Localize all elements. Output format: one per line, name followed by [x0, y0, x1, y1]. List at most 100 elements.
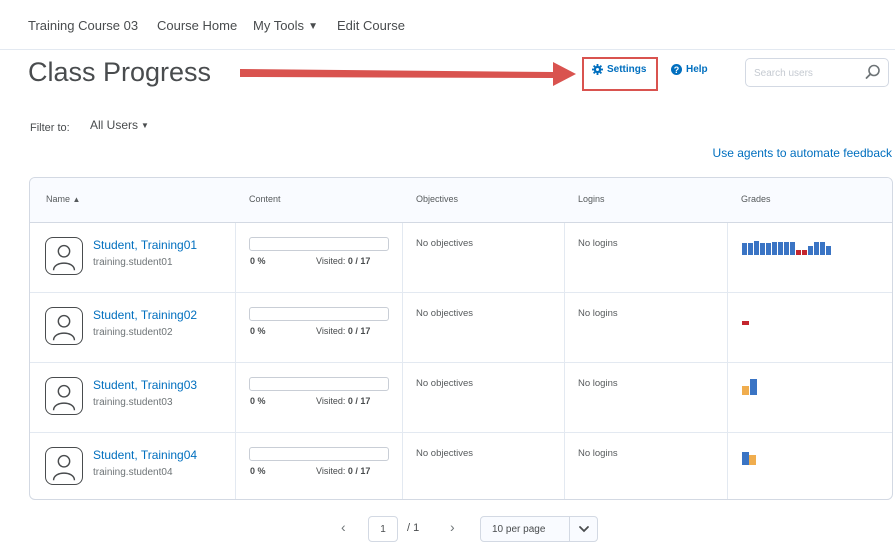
student-name-link[interactable]: Student, Training04: [93, 448, 197, 462]
content-progress-bar: [249, 377, 389, 391]
student-name-link[interactable]: Student, Training01: [93, 238, 197, 252]
visited-label: Visited:: [316, 256, 346, 266]
student-username: training.student03: [93, 397, 173, 408]
user-avatar-icon: [45, 307, 83, 345]
grade-bar: [820, 242, 825, 255]
next-page-icon[interactable]: ›: [450, 519, 455, 535]
nav-course-home[interactable]: Course Home: [157, 18, 237, 33]
per-page-divider: [569, 517, 570, 541]
nav-my-tools[interactable]: My Tools ▼: [253, 18, 318, 33]
content-visited: Visited: 0 / 17: [316, 396, 370, 406]
content-percent: 0 %: [250, 326, 266, 336]
content-visited: Visited: 0 / 17: [316, 326, 370, 336]
visited-value: 0 / 17: [347, 326, 371, 336]
grade-bar: [742, 452, 749, 465]
annotation-arrow: [240, 62, 576, 86]
visited-label: Visited:: [316, 466, 346, 476]
objectives-value: No objectives: [416, 448, 474, 459]
chevron-down-icon: [579, 526, 589, 533]
logins-value: No logins: [578, 448, 618, 459]
per-page-value: 10 per page: [492, 524, 546, 535]
agents-link[interactable]: Use agents to automate feedback: [713, 146, 892, 160]
content-visited: Visited: 0 / 17: [316, 256, 370, 266]
table-row: Student, Training03 training.student03 0…: [30, 363, 892, 433]
class-progress-table: Name ▲ Content Objectives Logins Grades …: [29, 177, 893, 500]
objectives-value: No objectives: [416, 378, 474, 389]
grade-bar: [766, 243, 771, 255]
logins-value: No logins: [578, 238, 618, 249]
grade-bar: [760, 243, 765, 255]
table-row: Student, Training04 training.student04 0…: [30, 433, 892, 499]
nav-my-tools-label: My Tools: [253, 18, 305, 33]
grade-bar: [808, 246, 813, 255]
content-percent: 0 %: [250, 396, 266, 406]
grade-bar: [748, 243, 753, 255]
grades-sparkline[interactable]: [742, 235, 862, 255]
content-percent: 0 %: [250, 256, 266, 266]
header-logins: Logins: [578, 194, 605, 204]
grade-bar: [826, 246, 831, 255]
course-navbar: Training Course 03 Course Home My Tools ▼…: [0, 0, 895, 50]
help-icon: ?: [671, 64, 682, 75]
objectives-value: No objectives: [416, 308, 474, 319]
header-objectives: Objectives: [416, 194, 459, 204]
visited-label: Visited:: [316, 396, 346, 406]
grade-bar: [814, 242, 819, 255]
settings-button[interactable]: Settings: [592, 64, 646, 75]
grade-bar: [784, 242, 789, 255]
content-progress-bar: [249, 237, 389, 251]
page-title: Class Progress: [28, 57, 212, 87]
grades-sparkline[interactable]: [742, 375, 862, 395]
visited-value: 0 / 17: [347, 396, 371, 406]
help-button[interactable]: ? Help: [671, 64, 708, 75]
grade-bar: [790, 242, 795, 255]
grade-bar: [749, 455, 756, 465]
page-number-input[interactable]: 1: [368, 516, 398, 542]
table-row: Student, Training02 training.student02 0…: [30, 293, 892, 363]
grade-bar: [778, 242, 783, 255]
filter-value: All Users: [90, 118, 139, 132]
visited-label: Visited:: [316, 326, 346, 336]
content-visited: Visited: 0 / 17: [316, 466, 370, 476]
student-username: training.student01: [93, 257, 173, 268]
grade-bar: [742, 243, 747, 255]
header-grades: Grades: [741, 194, 771, 204]
header-name[interactable]: Name ▲: [46, 194, 80, 204]
user-avatar-icon: [45, 377, 83, 415]
logins-value: No logins: [578, 308, 618, 319]
table-row: Student, Training01 training.student01 0…: [30, 223, 892, 293]
grade-bar: [754, 241, 759, 255]
nav-course-title[interactable]: Training Course 03: [28, 18, 138, 33]
header-name-label: Name: [46, 194, 71, 204]
nav-edit-course[interactable]: Edit Course: [337, 18, 405, 33]
chevron-down-icon: ▼: [308, 21, 318, 32]
grade-bar: [742, 386, 749, 395]
content-percent: 0 %: [250, 466, 266, 476]
search-input[interactable]: [754, 64, 859, 82]
filter-dropdown[interactable]: All Users ▼: [90, 118, 149, 132]
content-progress-bar: [249, 447, 389, 461]
grade-bar: [802, 250, 807, 255]
grade-bar: [742, 321, 749, 325]
visited-value: 0 / 17: [347, 256, 371, 266]
grade-bar: [772, 242, 777, 255]
filter-label: Filter to:: [30, 122, 70, 134]
grade-bar: [750, 379, 757, 395]
previous-page-icon[interactable]: ‹: [341, 519, 346, 535]
help-label: Help: [686, 64, 708, 75]
logins-value: No logins: [578, 378, 618, 389]
student-username: training.student02: [93, 327, 173, 338]
caret-down-icon: ▼: [141, 121, 149, 130]
per-page-select[interactable]: 10 per page: [480, 516, 598, 542]
student-name-link[interactable]: Student, Training03: [93, 378, 197, 392]
sort-ascending-icon: ▲: [72, 195, 81, 204]
header-content: Content: [249, 194, 281, 204]
search-icon[interactable]: [864, 63, 882, 81]
content-progress-bar: [249, 307, 389, 321]
student-name-link[interactable]: Student, Training02: [93, 308, 197, 322]
user-avatar-icon: [45, 447, 83, 485]
settings-label: Settings: [607, 64, 647, 75]
grades-sparkline[interactable]: [742, 445, 862, 465]
grades-sparkline[interactable]: [742, 305, 862, 325]
student-username: training.student04: [93, 467, 173, 478]
